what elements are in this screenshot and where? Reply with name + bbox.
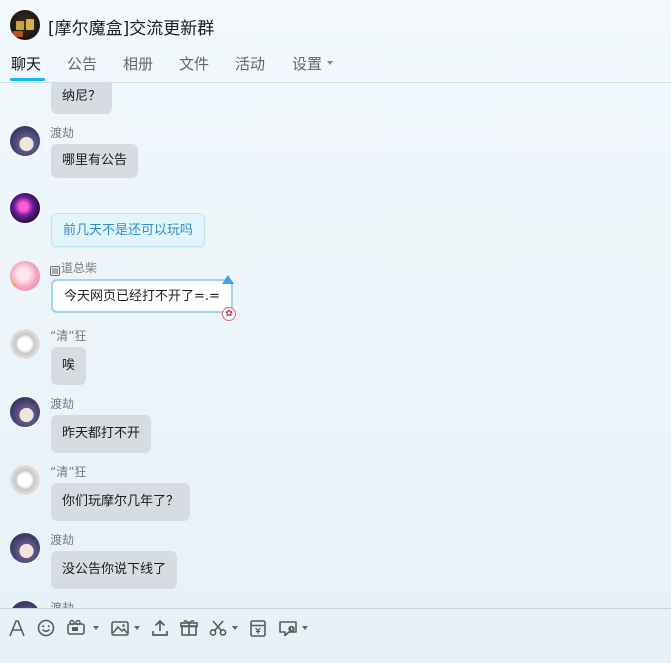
chat-message-list[interactable]: 纳尼？ 渡劫 哪里有公告 前几天不是还可以玩吗 ✷ ▤ 道总柴 今天网页已经打不开… <box>0 83 671 608</box>
emoji-icon[interactable] <box>36 618 56 638</box>
tab-album[interactable]: 相册 <box>123 53 153 74</box>
avatar[interactable]: ✷ <box>10 261 40 291</box>
chevron-down-icon <box>232 626 238 630</box>
avatar[interactable] <box>10 601 40 608</box>
tab-files[interactable]: 文件 <box>179 53 209 74</box>
tab-announcement[interactable]: 公告 <box>67 53 97 74</box>
red-packet-icon[interactable] <box>248 618 268 638</box>
gif-icon[interactable] <box>66 618 102 638</box>
message-bubble[interactable]: 昨天都打不开 <box>51 415 152 453</box>
avatar[interactable] <box>10 329 40 359</box>
message-bubble[interactable]: 前几天不是还可以玩吗 <box>51 213 206 247</box>
avatar[interactable] <box>10 533 40 563</box>
sender-name[interactable]: “清”狂 <box>50 327 86 344</box>
sender-name[interactable]: 渡劫 <box>50 124 74 141</box>
avatar[interactable] <box>10 193 40 223</box>
sparkle-icon: ✷ <box>10 280 18 291</box>
avatar[interactable] <box>10 465 40 495</box>
tab-activity[interactable]: 活动 <box>235 53 265 74</box>
tab-settings-label: 设置 <box>292 55 323 73</box>
active-tab-indicator <box>10 78 45 81</box>
message-bubble[interactable]: 你们玩摩尔几年了？ <box>51 483 191 521</box>
message-bubble[interactable]: 没公告你说下线了 <box>51 551 178 589</box>
chevron-down-icon <box>327 60 334 65</box>
chat-header: [摩尔魔盒]交流更新群 聊天 公告 相册 文件 活动 设置 <box>0 0 671 83</box>
sender-name[interactable]: “清”狂 <box>50 463 86 480</box>
member-badge-icon: ▤ <box>50 266 60 276</box>
font-icon[interactable] <box>8 618 26 638</box>
avatar[interactable] <box>10 397 40 427</box>
scissors-icon[interactable] <box>208 618 240 638</box>
message-bubble[interactable]: 哪里有公告 <box>51 144 139 178</box>
sender-name[interactable]: 渡劫 <box>50 599 74 608</box>
sender-name[interactable]: 渡劫 <box>50 531 74 548</box>
chevron-down-icon <box>93 626 99 630</box>
message-bubble[interactable]: 今天网页已经打不开了=.= <box>51 279 233 313</box>
message-bubble[interactable]: 唉 <box>51 347 87 385</box>
image-icon[interactable] <box>110 618 142 638</box>
chat-record-icon[interactable] <box>278 618 310 638</box>
gift-icon[interactable] <box>179 618 199 638</box>
chevron-down-icon <box>302 626 308 630</box>
tab-chat[interactable]: 聊天 <box>11 53 41 74</box>
upload-icon[interactable] <box>150 618 170 638</box>
group-title: [摩尔魔盒]交流更新群 <box>48 19 215 39</box>
bubble-frame-charm-icon: ✿ <box>222 307 236 321</box>
sender-name[interactable]: 渡劫 <box>50 395 74 412</box>
tab-settings[interactable]: 设置 <box>292 53 334 74</box>
message-bubble[interactable]: 纳尼？ <box>51 83 113 114</box>
chevron-down-icon <box>134 626 140 630</box>
group-avatar[interactable] <box>10 10 40 40</box>
avatar[interactable] <box>10 126 40 156</box>
input-toolbar <box>0 608 671 663</box>
bubble-frame-ornament-icon <box>222 275 234 284</box>
sender-name[interactable]: ▤ 道总柴 <box>50 259 97 276</box>
sender-name-text: 道总柴 <box>61 261 98 275</box>
